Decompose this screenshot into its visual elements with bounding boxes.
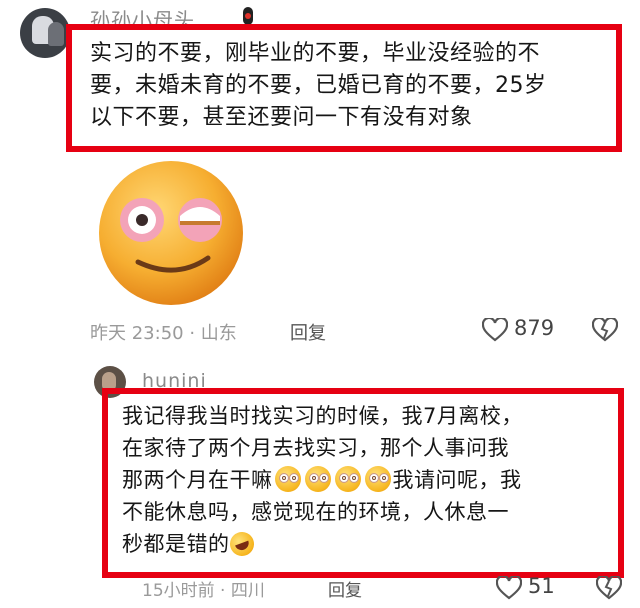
comment-fragment: 秒都是错的 [122,532,230,556]
comment-line: 以下不要，甚至还要问一下有没有对象 [90,105,473,130]
dislike-button[interactable] [595,574,623,604]
badge-icon [240,6,256,26]
comment-location: 山东 [200,323,237,344]
flushed-emoji-icon [364,466,391,492]
flushed-emoji-icon [274,466,301,492]
comment-meta: 15小时前 · 四川 [142,581,265,601]
broken-heart-icon [591,316,619,346]
heart-icon [495,574,523,604]
comment-fragment: 我请问呢，我 [392,468,522,492]
flushed-emoji-icon [334,466,361,492]
comment-time: 15小时前 [142,581,215,601]
dislike-button[interactable] [591,316,619,346]
comment-line: 实习的不要，刚毕业的不要，毕业没经验的不 [90,41,541,66]
comment-line: 在家待了两个月去找实习，那个人事问我 [122,436,509,460]
comment-location: 四川 [230,581,265,601]
comment-line: 要，未婚未育的不要，已婚已育的不要，25岁 [90,73,547,98]
like-count: 879 [514,316,555,340]
like-count: 51 [528,574,555,598]
reply-button[interactable]: 回复 [328,576,362,601]
comment-time: 昨天 23:50 [90,323,184,344]
flushed-emoji-icon [304,466,331,492]
heart-icon [481,316,509,346]
rofl-emoji-icon [226,528,257,560]
comment-line: 那两个月在干嘛 我请问呢，我 [122,464,617,496]
smirking-emoji-sticker[interactable] [96,158,246,308]
like-button[interactable]: 879 [481,316,562,346]
broken-heart-icon [595,574,623,604]
comment-fragment: 那两个月在干嘛 [122,468,273,492]
reply-button[interactable]: 回复 [290,319,326,345]
comment-line: 不能休息吗，感觉现在的环境，人休息一 [122,500,509,524]
comment-text: 我记得我当时找实习的时候，我7月离校， 在家待了两个月去找实习，那个人事问我 那… [122,400,617,560]
comment-line: 秒都是错的 [122,528,617,560]
like-button[interactable]: 51 [495,574,566,604]
comment-text: 实习的不要，刚毕业的不要，毕业没经验的不 要，未婚未育的不要，已婚已育的不要，2… [90,38,620,134]
user-avatar[interactable] [20,8,70,58]
comment-line: 我记得我当时找实习的时候，我7月离校， [122,404,523,428]
comment-meta: 昨天 23:50 · 山东 [90,323,237,344]
